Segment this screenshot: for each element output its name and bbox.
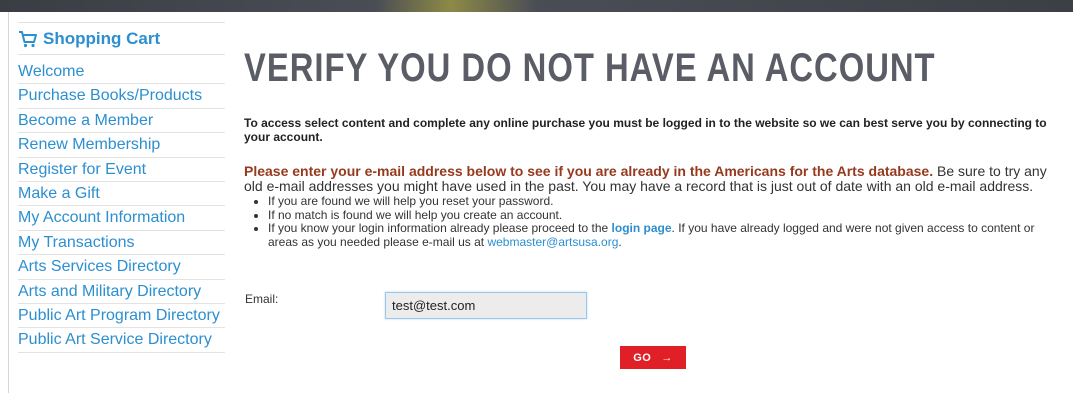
sidebar: Shopping Cart Welcome Purchase Books/Pro… bbox=[18, 22, 225, 353]
sidebar-item-make-gift[interactable]: Make a Gift bbox=[18, 182, 225, 207]
intro-text: To access select content and complete an… bbox=[244, 116, 1047, 144]
sidebar-item-account-info[interactable]: My Account Information bbox=[18, 206, 225, 231]
webmaster-email-link[interactable]: webmaster@artsusa.org bbox=[487, 235, 618, 249]
left-divider bbox=[8, 12, 9, 393]
sidebar-item-welcome[interactable]: Welcome bbox=[18, 60, 225, 85]
email-label: Email: bbox=[245, 292, 279, 306]
bullet-login-info: If you know your login information alrea… bbox=[268, 221, 1054, 249]
login-page-link[interactable]: login page bbox=[612, 221, 672, 235]
sidebar-item-purchase-books[interactable]: Purchase Books/Products bbox=[18, 84, 225, 109]
sidebar-item-renew-membership[interactable]: Renew Membership bbox=[18, 133, 225, 158]
lead-paragraph: Please enter your e-mail address below t… bbox=[244, 164, 1054, 193]
sidebar-item-register-event[interactable]: Register for Event bbox=[18, 158, 225, 182]
email-input[interactable] bbox=[385, 292, 587, 319]
bullet-login-end: . bbox=[618, 234, 622, 249]
top-banner-image bbox=[0, 0, 1073, 12]
go-label: GO bbox=[633, 351, 652, 364]
sidebar-item-public-art-service-directory[interactable]: Public Art Service Directory bbox=[18, 328, 225, 353]
arrow-right-icon: → bbox=[661, 351, 673, 364]
sidebar-item-public-art-program-directory[interactable]: Public Art Program Directory bbox=[18, 304, 225, 329]
page-title: VERIFY YOU DO NOT HAVE AN ACCOUNT bbox=[244, 46, 936, 90]
shopping-cart-link[interactable]: Shopping Cart bbox=[18, 22, 225, 55]
sidebar-item-transactions[interactable]: My Transactions bbox=[18, 231, 225, 256]
shopping-cart-label: Shopping Cart bbox=[43, 28, 161, 48]
sidebar-nav: Welcome Purchase Books/Products Become a… bbox=[18, 60, 225, 353]
shopping-cart-icon bbox=[19, 30, 37, 47]
info-bullets: If you are found we will help you reset … bbox=[244, 194, 1054, 249]
main-content: VERIFY YOU DO NOT HAVE AN ACCOUNT To acc… bbox=[244, 44, 1054, 249]
sidebar-item-arts-military-directory[interactable]: Arts and Military Directory bbox=[18, 280, 225, 304]
go-button[interactable]: GO → bbox=[620, 346, 686, 369]
sidebar-item-become-member[interactable]: Become a Member bbox=[18, 109, 225, 134]
sidebar-item-arts-services-directory[interactable]: Arts Services Directory bbox=[18, 255, 225, 280]
bullet-login-pre: If you know your login information alrea… bbox=[268, 221, 612, 235]
bullet-create-account: If no match is found we will help you cr… bbox=[268, 208, 1054, 223]
bullet-reset-password: If you are found we will help you reset … bbox=[268, 194, 1054, 209]
